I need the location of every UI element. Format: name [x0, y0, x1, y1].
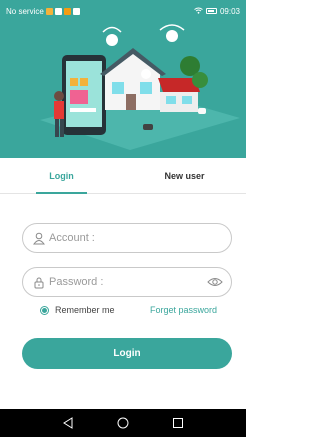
status-bar: No service 09:03: [0, 0, 246, 22]
user-icon: [33, 232, 45, 245]
back-triangle-icon[interactable]: [61, 416, 75, 430]
account-field[interactable]: [22, 223, 232, 253]
person-illustration: [54, 91, 64, 137]
recent-square-icon[interactable]: [171, 416, 185, 430]
tab-new-user-label: New user: [164, 170, 205, 181]
navigation-bar: [0, 409, 246, 437]
wifi-icon: [194, 7, 203, 16]
eye-icon[interactable]: [207, 276, 223, 288]
tab-login-label: Login: [49, 170, 74, 181]
tab-login[interactable]: Login: [0, 158, 123, 194]
home-circle-icon[interactable]: [116, 416, 130, 430]
auth-tabs: Login New user: [0, 158, 246, 194]
battery-icon: [205, 8, 217, 14]
remember-radio[interactable]: [40, 305, 49, 315]
image-icon: [72, 7, 80, 15]
remember-me[interactable]: Remember me: [40, 305, 115, 315]
password-input[interactable]: [49, 276, 199, 288]
notification-icon: [45, 7, 53, 15]
carrier-label: No service: [6, 6, 44, 16]
login-button[interactable]: Login: [22, 338, 232, 369]
account-input[interactable]: [49, 232, 199, 244]
clock: 09:03: [219, 6, 240, 16]
app-icon: [63, 7, 71, 15]
phone-illustration: [62, 55, 106, 135]
smart-home-illustration: [0, 0, 246, 158]
forget-password-link[interactable]: Forget password: [150, 305, 217, 315]
hero-illustration: [0, 0, 246, 158]
tab-new-user[interactable]: New user: [123, 158, 246, 193]
remember-label: Remember me: [55, 305, 115, 315]
password-field[interactable]: [22, 267, 232, 297]
message-icon: [54, 7, 62, 15]
lock-icon: [33, 276, 45, 289]
